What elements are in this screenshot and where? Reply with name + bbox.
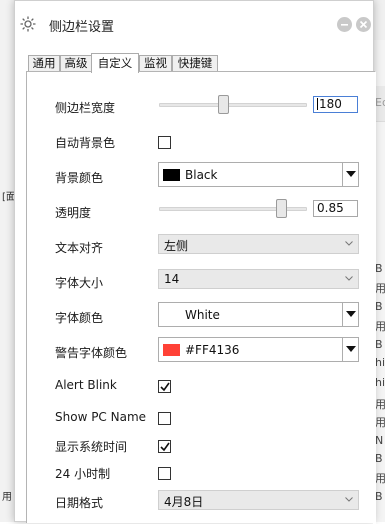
chevron-down-icon[interactable]: [342, 163, 358, 186]
show-pc-name-checkbox[interactable]: [158, 412, 171, 425]
date-format-select[interactable]: 4月8日: [158, 490, 359, 510]
sidebar-width-slider[interactable]: [159, 95, 307, 114]
opacity-label: 透明度: [55, 206, 92, 220]
opacity-input[interactable]: 0.85: [313, 200, 358, 217]
color-swatch: [163, 169, 180, 181]
background-text-fragment: Ed: [375, 96, 385, 109]
hour24-checkbox[interactable]: [158, 467, 171, 480]
text-align-select[interactable]: 左侧: [158, 234, 359, 254]
tab-monitor[interactable]: 监视: [139, 55, 172, 72]
chevron-down-icon[interactable]: [342, 338, 358, 361]
background-text-fragment: 用f: [375, 416, 385, 429]
text-align-label: 文本对齐: [55, 241, 104, 255]
tab-general[interactable]: 通用: [28, 55, 60, 72]
tab-hotkeys[interactable]: 快捷键: [172, 55, 218, 72]
show-pc-name-label: Show PC Name: [55, 410, 147, 424]
font-color-value: White: [185, 308, 220, 322]
minimize-button[interactable]: [337, 17, 352, 32]
font-size-value: 14: [164, 272, 180, 286]
custom-settings-panel: 侧边栏宽度 180 自动背景色 背景颜色 Black 透明度 0.85 文本对齐…: [26, 71, 376, 524]
show-time-checkbox[interactable]: [158, 440, 171, 453]
bg-color-label: 背景颜色: [55, 171, 104, 185]
window-title: 侧边栏设置: [49, 20, 115, 35]
sidebar-width-label: 侧边栏宽度: [55, 101, 116, 115]
font-size-select[interactable]: 14: [158, 269, 359, 289]
background-text-fragment: B: [375, 262, 383, 275]
background-text-fragment: 用f: [375, 398, 385, 411]
warn-color-label: 警告字体颜色: [55, 346, 128, 360]
date-format-value: 4月8日: [164, 495, 204, 509]
checkmark-icon: [160, 442, 170, 452]
background-text-fragment: 用: [2, 492, 12, 503]
chevron-down-icon[interactable]: [342, 303, 358, 326]
auto-bg-checkbox[interactable]: [158, 136, 171, 149]
checkmark-icon: [160, 382, 170, 392]
gear-icon: [19, 15, 37, 33]
font-color-select[interactable]: White: [158, 302, 359, 327]
alert-blink-checkbox[interactable]: [158, 380, 171, 393]
background-text-fragment: 用f: [375, 472, 385, 485]
background-text-fragment: hiC: [375, 356, 385, 369]
background-text-fragment: 用f: [375, 282, 385, 295]
panel-edge: [373, 72, 376, 524]
title-bar[interactable]: 侧边栏设置: [15, 1, 373, 45]
background-text-fragment: hiC: [375, 376, 385, 389]
font-size-label: 字体大小: [55, 276, 104, 290]
text-align-value: 左侧: [164, 239, 189, 253]
background-app-left-edge: [面 用: [0, 0, 16, 522]
background-text-fragment: B: [375, 338, 383, 351]
opacity-slider-thumb[interactable]: [276, 199, 287, 218]
date-format-label: 日期格式: [55, 496, 104, 510]
chevron-down-icon: [345, 241, 353, 246]
bg-color-value: Black: [185, 168, 218, 182]
tab-strip: 通用 高级 自定义 监视 快捷键: [15, 53, 373, 73]
alert-blink-label: Alert Blink: [55, 378, 117, 392]
warn-color-select[interactable]: #FF4136: [158, 337, 359, 362]
warn-color-value: #FF4136: [185, 343, 240, 357]
auto-bg-label: 自动背景色: [55, 136, 116, 150]
chevron-down-icon: [345, 276, 353, 281]
sidebar-width-input[interactable]: 180: [313, 96, 358, 113]
background-text-fragment: B: [375, 300, 383, 313]
background-text-fragment: B: [375, 452, 383, 465]
background-text-fragment: N: [375, 434, 384, 447]
sidebar-width-slider-thumb[interactable]: [218, 95, 229, 114]
tab-advanced[interactable]: 高级: [60, 55, 92, 72]
sidebar-settings-dialog: 侧边栏设置 通用 高级 自定义 监视 快捷键 侧边栏宽度 180 自动背景色 背…: [14, 0, 376, 524]
opacity-slider[interactable]: [159, 199, 307, 218]
background-text-fragment: 用f: [375, 320, 385, 333]
show-time-label: 显示系统时间: [55, 440, 128, 454]
close-button[interactable]: [356, 17, 371, 32]
bg-color-select[interactable]: Black: [158, 162, 359, 187]
color-swatch: [163, 309, 180, 321]
font-color-label: 字体颜色: [55, 311, 104, 325]
background-text-fragment: B: [375, 490, 383, 503]
hour24-label: 24 小时制: [55, 467, 111, 481]
chevron-down-icon: [345, 497, 353, 502]
tab-custom[interactable]: 自定义: [91, 53, 139, 73]
color-swatch: [163, 344, 180, 356]
